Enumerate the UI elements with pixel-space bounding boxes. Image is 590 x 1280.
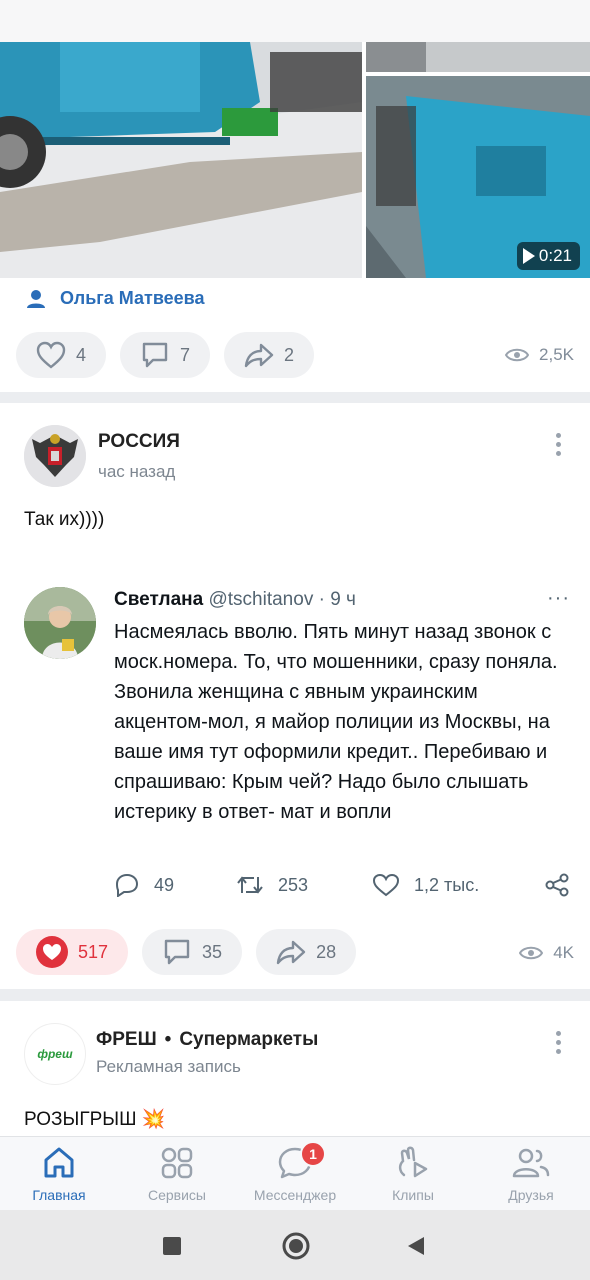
share-count: 2: [284, 344, 295, 365]
person-icon: [27, 289, 45, 308]
home-button[interactable]: [282, 1232, 310, 1265]
system-navigation-bar: [0, 1210, 590, 1280]
tweet-handle: @tschitanov: [208, 589, 314, 610]
tab-messenger[interactable]: 1 Мессенджер: [236, 1141, 354, 1203]
tweet-header: Светлана @tschitanov · 9 ч: [114, 589, 356, 611]
ad-header: ФРЕШ • Супермаркеты: [96, 1029, 318, 1051]
recents-button[interactable]: [163, 1237, 181, 1260]
play-icon: [522, 248, 535, 264]
tweet-retweet-count: 253: [278, 874, 309, 895]
tweet-likes: 1,2 тыс.: [372, 873, 479, 897]
post-text: Так их)))): [24, 509, 105, 530]
post-author-link[interactable]: Ольга Матвеева: [26, 288, 205, 309]
tab-friends[interactable]: Друзья: [472, 1145, 590, 1203]
post-time: час назад: [98, 462, 176, 481]
ad-category: Супермаркеты: [179, 1029, 319, 1050]
home-icon: [44, 1147, 74, 1178]
tab-friends-label: Друзья: [508, 1187, 554, 1203]
tweet-retweets: 253: [236, 873, 308, 897]
share-button[interactable]: 2: [224, 332, 315, 378]
services-icon: [161, 1147, 193, 1179]
tab-clips[interactable]: Клипы: [354, 1145, 472, 1203]
screen: 0:21 Ольга Матвеева 4 7 2 2,5K РОССИЯ ча…: [0, 0, 590, 1280]
post-card-2: РОССИЯ час назад Так их)))) Светлана @ts…: [0, 403, 590, 989]
post-photo-2[interactable]: [366, 42, 590, 72]
tweet-avatar: [24, 587, 96, 659]
tweet-text: Насмеялась вволю. Пять минут назад звоно…: [114, 621, 558, 823]
more-options-icon[interactable]: [556, 1031, 562, 1054]
ad-author-name[interactable]: ФРЕШ: [96, 1029, 157, 1050]
friends-icon: [512, 1148, 550, 1178]
tweet-stats: 49 253 1,2 тыс.: [114, 873, 574, 903]
tab-messenger-label: Мессенджер: [253, 1187, 337, 1203]
share-button[interactable]: 28: [256, 929, 357, 975]
share-count: 28: [316, 941, 337, 962]
heart-icon: [36, 341, 66, 369]
tweet-author-name: Светлана: [114, 589, 204, 610]
post-author-name[interactable]: РОССИЯ: [98, 431, 180, 453]
video-duration: 0:21: [538, 246, 572, 265]
ad-text: РОЗЫГРЫШ 💥: [24, 1109, 166, 1130]
retweet-icon: [237, 876, 263, 894]
embedded-tweet-image[interactable]: Светлана @tschitanov · 9 ч ··· Насмеялас…: [0, 567, 590, 897]
fresh-avatar[interactable]: фреш: [24, 1023, 86, 1085]
clips-icon: [398, 1146, 428, 1178]
tweet-like-count: 1,2 тыс.: [414, 874, 480, 895]
reply-icon: [115, 873, 139, 897]
bottom-tab-bar: Главная Сервисы 1 Мессенджер Клипы Друзь…: [0, 1136, 590, 1210]
tab-services[interactable]: Сервисы: [118, 1145, 236, 1203]
top-strip: [0, 0, 590, 42]
video-duration-badge: 0:21: [516, 242, 580, 270]
fresh-logo-text: фреш: [37, 1047, 73, 1061]
more-options-icon[interactable]: [556, 433, 562, 456]
post-card-3: фреш ФРЕШ • Супермаркеты Рекламная запись …: [0, 1001, 590, 1136]
post-photo[interactable]: [0, 42, 362, 278]
post-actions: 4 7 2: [16, 332, 315, 378]
like-button[interactable]: 4: [16, 332, 107, 378]
view-count: 4K: [553, 943, 574, 962]
views-counter: 4K: [519, 943, 574, 963]
eye-icon: [519, 946, 544, 960]
comment-count: 35: [202, 941, 223, 962]
square-icon: [163, 1237, 181, 1255]
ad-label: Рекламная запись: [96, 1057, 241, 1076]
tweet-replies: 49: [114, 873, 174, 897]
tweet-more-icon: ···: [547, 587, 570, 609]
like-count: 517: [78, 941, 109, 962]
heart-filled-icon: [36, 936, 68, 968]
tab-home-label: Главная: [32, 1187, 86, 1203]
share-icon: [244, 343, 274, 368]
tweet-share: [544, 873, 570, 897]
post-video[interactable]: 0:21: [366, 76, 590, 278]
post-author-name: Ольга Матвеева: [60, 288, 205, 308]
circle-icon: [282, 1232, 310, 1260]
eye-icon: [505, 348, 530, 362]
views-counter: 2,5K: [505, 345, 574, 365]
post-header: РОССИЯ час назад: [24, 425, 180, 487]
heart-outline-icon: [372, 873, 400, 897]
comment-button[interactable]: 7: [120, 332, 211, 378]
comment-icon: [164, 939, 190, 965]
comment-button[interactable]: 35: [142, 929, 243, 975]
view-count: 2,5K: [539, 345, 574, 364]
tab-home[interactable]: Главная: [0, 1145, 118, 1203]
messenger-badge: 1: [300, 1141, 326, 1167]
like-count: 4: [76, 344, 87, 365]
triangle-back-icon: [408, 1237, 424, 1255]
like-button[interactable]: 517: [16, 929, 129, 975]
post-card-1: 0:21 Ольга Матвеева 4 7 2 2,5K: [0, 42, 590, 392]
comment-count: 7: [180, 344, 191, 365]
tweet-reply-count: 49: [154, 874, 175, 895]
tab-clips-label: Клипы: [392, 1187, 434, 1203]
tab-services-label: Сервисы: [147, 1187, 206, 1203]
group-avatar[interactable]: [24, 425, 86, 487]
share-nodes-icon: [545, 873, 569, 897]
back-button[interactable]: [406, 1236, 426, 1261]
tweet-time: · 9 ч: [318, 589, 356, 610]
separator-dot: •: [164, 1029, 172, 1050]
post-actions: 517 35 28: [16, 929, 357, 975]
share-icon: [276, 940, 306, 965]
comment-icon: [142, 342, 168, 368]
